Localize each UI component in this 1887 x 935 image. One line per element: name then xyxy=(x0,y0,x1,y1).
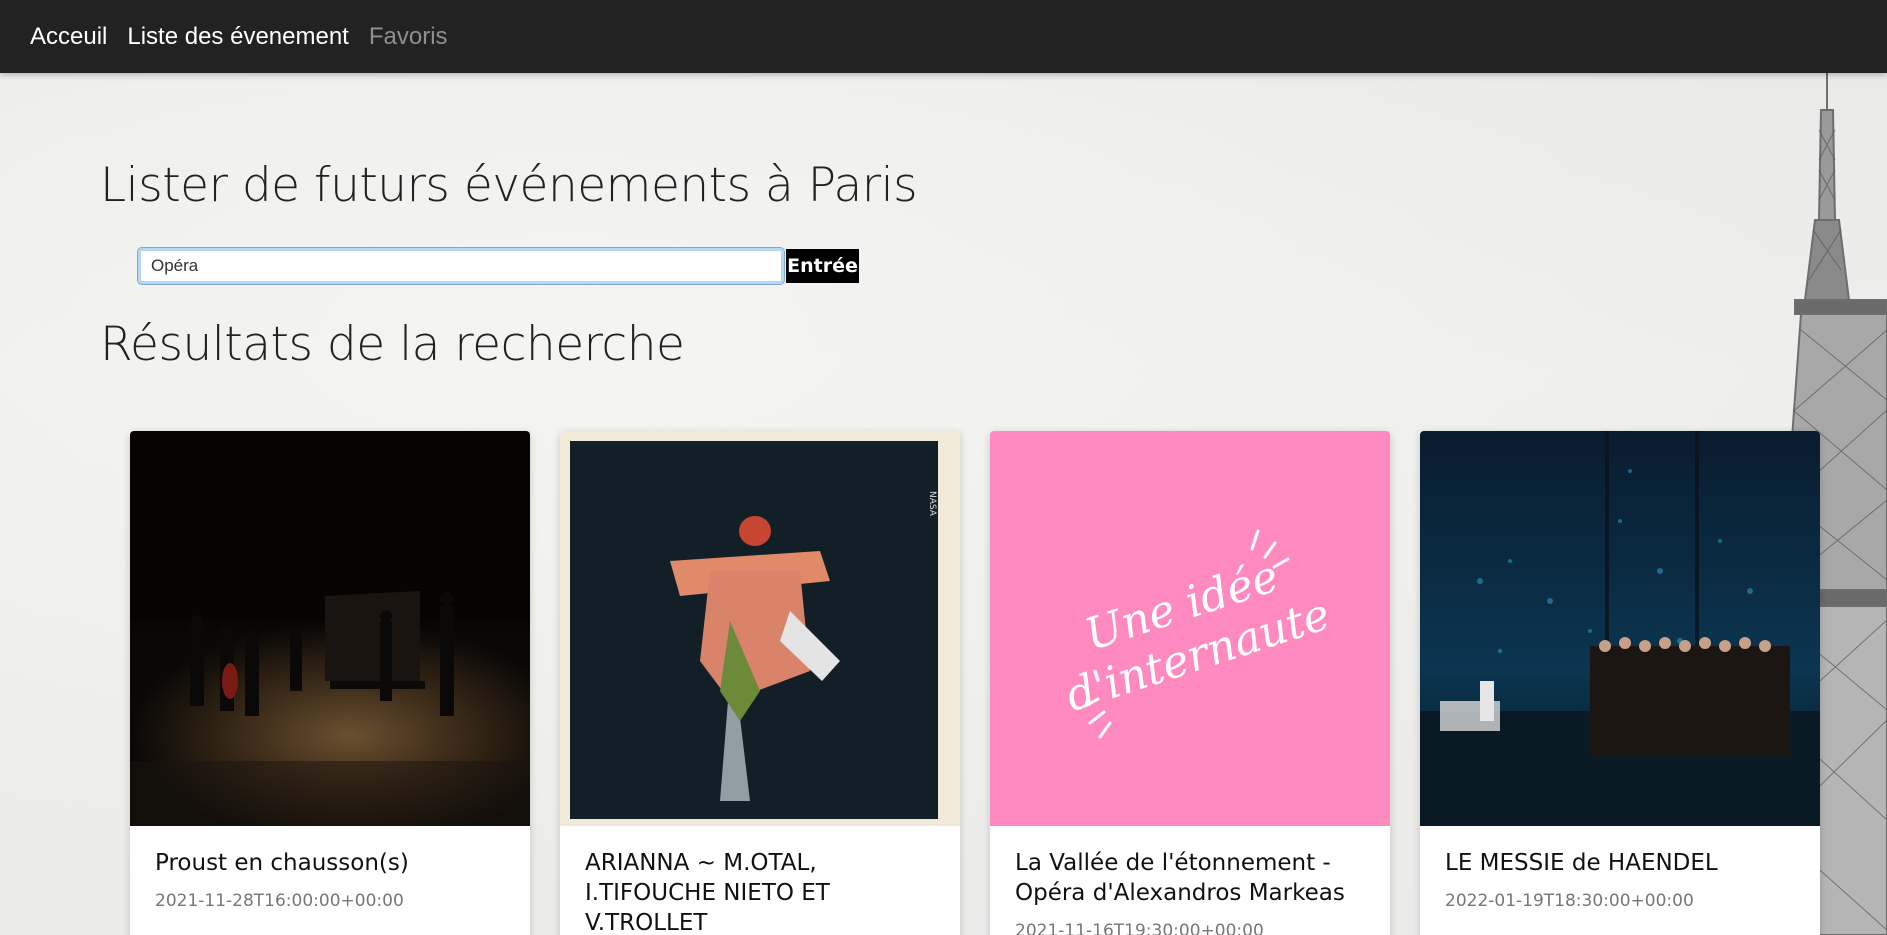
event-title: ARIANNA ~ M.OTAL, I.TIFOUCHE NIETO ET V.… xyxy=(585,850,830,935)
event-image-une-idee-internaute: Une idée d'internaute xyxy=(990,431,1390,826)
event-image-astronaut: NASA xyxy=(560,431,960,826)
event-card[interactable]: NASA ARIANNA ~ M.OTAL, I.TIFOUCHE NIETO … xyxy=(560,431,960,935)
event-card[interactable]: Proust en chausson(s) 2021-11-28T16:00:0… xyxy=(130,431,530,935)
results-title: Résultats de la recherche xyxy=(100,317,685,372)
event-image-concert xyxy=(130,431,530,826)
event-card[interactable]: Une idée d'internaute La Vallée de l'éto… xyxy=(990,431,1390,935)
nav-link-favoris[interactable]: Favoris xyxy=(369,23,448,51)
event-date: 2021-11-16T19:30:00+00:00 xyxy=(1015,921,1264,935)
search-submit-button[interactable]: Entrée xyxy=(786,249,859,283)
top-navbar: Acceuil Liste des évenement Favoris xyxy=(0,0,1887,73)
svg-text:NASA: NASA xyxy=(927,491,937,517)
page-title: Lister de futurs événements à Paris xyxy=(100,158,918,213)
event-date: 2021-11-28T16:00:00+00:00 xyxy=(155,891,404,911)
event-card[interactable]: LE MESSIE de HAENDEL 2022-01-19T18:30:00… xyxy=(1420,431,1820,935)
event-title: La Vallée de l'étonnement - Opéra d'Alex… xyxy=(1015,850,1345,906)
search-input[interactable] xyxy=(137,247,785,285)
nav-link-liste-evenements[interactable]: Liste des évenement xyxy=(127,23,348,51)
event-image-opera-choir xyxy=(1420,431,1820,826)
event-date: 2022-01-19T18:30:00+00:00 xyxy=(1445,891,1694,911)
event-title: LE MESSIE de HAENDEL xyxy=(1445,850,1718,876)
event-title: Proust en chausson(s) xyxy=(155,850,409,876)
search-form: Entrée xyxy=(137,247,859,285)
nav-link-accueil[interactable]: Acceuil xyxy=(30,23,107,51)
